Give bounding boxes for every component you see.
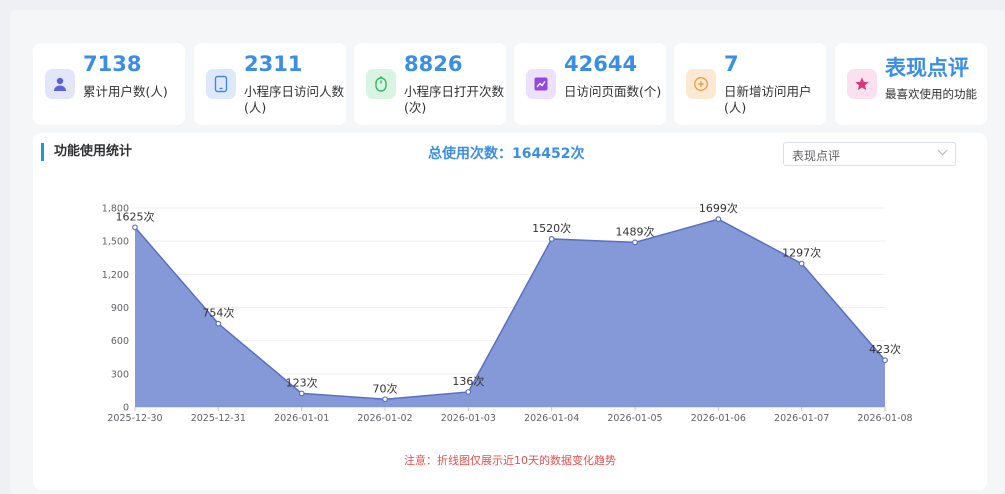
usage-chart: 03006009001,2001,5001,8001625次2025-12-30… — [102, 201, 913, 424]
feature-select-value: 表现点评 — [792, 149, 841, 163]
data-label: 123次 — [286, 375, 318, 389]
y-tick-label: 1,200 — [102, 270, 129, 281]
x-tick-label: 2026-01-03 — [441, 413, 496, 424]
stat-value: 表现点评 — [885, 56, 969, 80]
data-point — [715, 216, 722, 223]
panel-title: 功能使用统计 — [41, 143, 132, 161]
usage-panel: 0 300 600 900 1,200 1,500 1,800 1625次 2025-12-30… — [33, 133, 987, 490]
data-label: 70次 — [373, 381, 398, 395]
data-point — [382, 396, 388, 403]
x-tick-label: 2026-01-01 — [274, 413, 329, 424]
stat-value: 8826 — [404, 52, 463, 76]
x-tick-label: 2026-01-08 — [857, 413, 912, 424]
stat-label: 最喜欢使用的功能 — [885, 87, 977, 101]
x-tick-label: 2026-01-02 — [357, 413, 412, 424]
stat-label: 日访问页面数(个) — [564, 84, 662, 99]
stat-card-favorite-feature: 表现点评 最喜欢使用的功能 — [835, 43, 987, 125]
stat-value: 7138 — [83, 52, 142, 76]
total-usage: 总使用次数：164452次 — [428, 146, 585, 162]
data-label: 754次 — [202, 306, 234, 320]
plus-circle-icon — [686, 69, 716, 99]
stat-card-new-users: 7 日新增访问用户(人) — [674, 43, 826, 125]
stat-card-daily-opens: 8826 小程序日打开次数(次) — [354, 43, 506, 125]
y-tick-label: 1,500 — [102, 237, 129, 248]
x-tick-label: 2026-01-07 — [774, 413, 829, 424]
stat-card-daily-pages: 42644 日访问页面数(个) — [514, 43, 666, 125]
data-point — [632, 239, 638, 246]
star-icon — [847, 69, 877, 99]
x-tick-label: 2026-01-06 — [691, 413, 746, 424]
chevron-down-icon — [937, 145, 948, 156]
stat-card-daily-visitors: 2311 小程序日访问人数(人) — [194, 43, 346, 125]
x-tick-label: 2025-12-30 — [107, 413, 162, 424]
y-tick-label: 900 — [111, 303, 129, 314]
mouse-icon — [366, 69, 396, 99]
data-label: 1297次 — [782, 246, 821, 260]
stat-value: 7 — [724, 52, 739, 76]
x-tick-label: 2026-01-04 — [524, 413, 579, 424]
y-tick-label: 300 — [111, 369, 129, 380]
data-point — [132, 224, 138, 231]
user-icon — [45, 69, 75, 99]
stat-label: 小程序日访问人数(人) — [244, 84, 345, 115]
data-point — [465, 389, 472, 395]
x-tick-label: 2026-01-05 — [607, 413, 662, 424]
stat-value: 42644 — [564, 52, 638, 76]
data-label: 136次 — [452, 374, 484, 388]
data-point — [798, 260, 805, 267]
data-label: 1625次 — [116, 209, 155, 223]
data-label: 423次 — [869, 342, 901, 356]
stat-value: 2311 — [244, 52, 303, 76]
data-point — [298, 390, 305, 397]
tablet-icon — [206, 69, 236, 99]
stat-label: 小程序日打开次数(次) — [404, 84, 505, 115]
chart-note: 注意：折线图仅展示近10天的数据变化趋势 — [404, 454, 616, 467]
data-label: 1520次 — [532, 221, 571, 235]
chart-icon — [526, 69, 556, 99]
data-label: 1489次 — [616, 224, 655, 238]
x-tick-label: 2025-12-31 — [191, 413, 246, 424]
feature-select[interactable]: 表现点评 — [783, 142, 956, 166]
stat-label: 累计用户数(人) — [83, 84, 168, 99]
data-point — [548, 236, 555, 242]
y-tick-label: 600 — [111, 336, 129, 347]
stat-label: 日新增访问用户(人) — [724, 84, 812, 115]
y-tick-label: 0 — [123, 403, 129, 414]
data-label: 1699次 — [699, 201, 738, 215]
stat-cards: 7138 累计用户数(人) 2311 小程序日访问人数(人) 8826 小程序日… — [33, 43, 993, 125]
stat-card-total-users: 7138 累计用户数(人) — [33, 43, 185, 125]
data-point — [882, 357, 888, 364]
data-point — [215, 320, 222, 327]
